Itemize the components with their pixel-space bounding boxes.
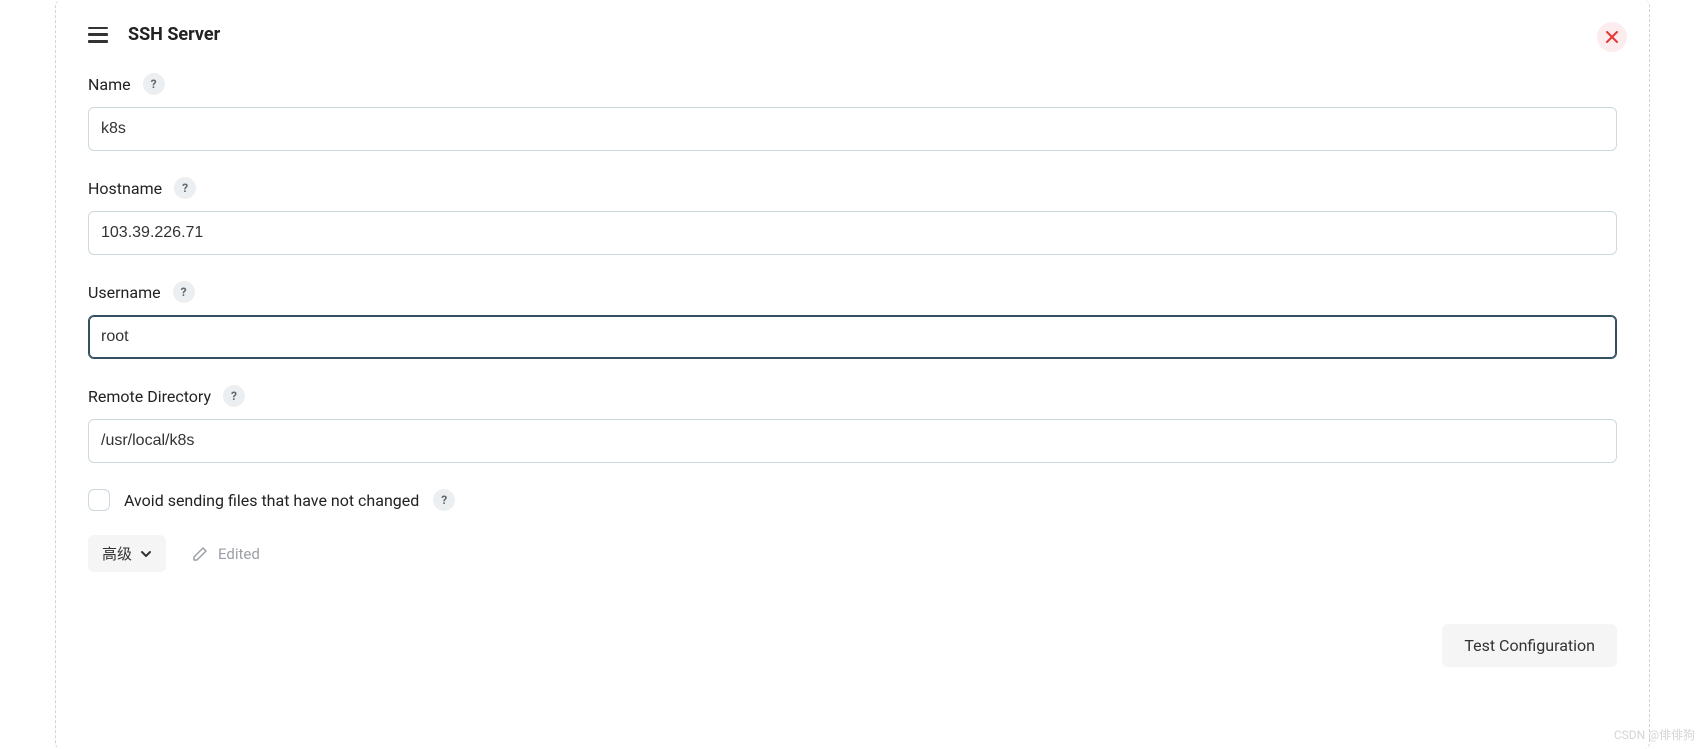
avoid-unchanged-label: Avoid sending files that have not change… (124, 491, 419, 510)
help-icon[interactable]: ? (173, 281, 195, 303)
panel-title: SSH Server (128, 24, 220, 45)
username-group: Username ? (88, 281, 1617, 359)
help-icon[interactable]: ? (223, 385, 245, 407)
ssh-server-panel: SSH Server Name ? Hostname ? Username ? … (55, 0, 1650, 749)
close-icon (1605, 30, 1619, 44)
name-input[interactable] (88, 107, 1617, 151)
username-label: Username (88, 283, 161, 302)
panel-header: SSH Server (88, 24, 1617, 45)
help-icon[interactable]: ? (143, 73, 165, 95)
username-input[interactable] (88, 315, 1617, 359)
toolbar: 高级 Edited (88, 535, 1617, 572)
hostname-group: Hostname ? (88, 177, 1617, 255)
advanced-button[interactable]: 高级 (88, 535, 166, 572)
avoid-unchanged-checkbox[interactable] (88, 489, 110, 511)
name-group: Name ? (88, 73, 1617, 151)
remote-directory-input[interactable] (88, 419, 1617, 463)
avoid-unchanged-row: Avoid sending files that have not change… (88, 489, 1617, 511)
panel-footer: Test Configuration (88, 624, 1617, 667)
hostname-label: Hostname (88, 179, 162, 198)
help-icon[interactable]: ? (174, 177, 196, 199)
advanced-label: 高级 (102, 543, 132, 564)
chevron-down-icon (140, 548, 152, 560)
remote-directory-group: Remote Directory ? (88, 385, 1617, 463)
help-icon[interactable]: ? (433, 489, 455, 511)
edited-label: Edited (218, 545, 260, 563)
drag-handle-icon[interactable] (88, 27, 108, 43)
name-label: Name (88, 75, 131, 94)
pencil-icon (192, 546, 208, 562)
remote-directory-label: Remote Directory (88, 387, 211, 406)
edited-indicator: Edited (192, 545, 260, 563)
close-button[interactable] (1597, 22, 1627, 52)
test-configuration-button[interactable]: Test Configuration (1442, 624, 1617, 667)
hostname-input[interactable] (88, 211, 1617, 255)
